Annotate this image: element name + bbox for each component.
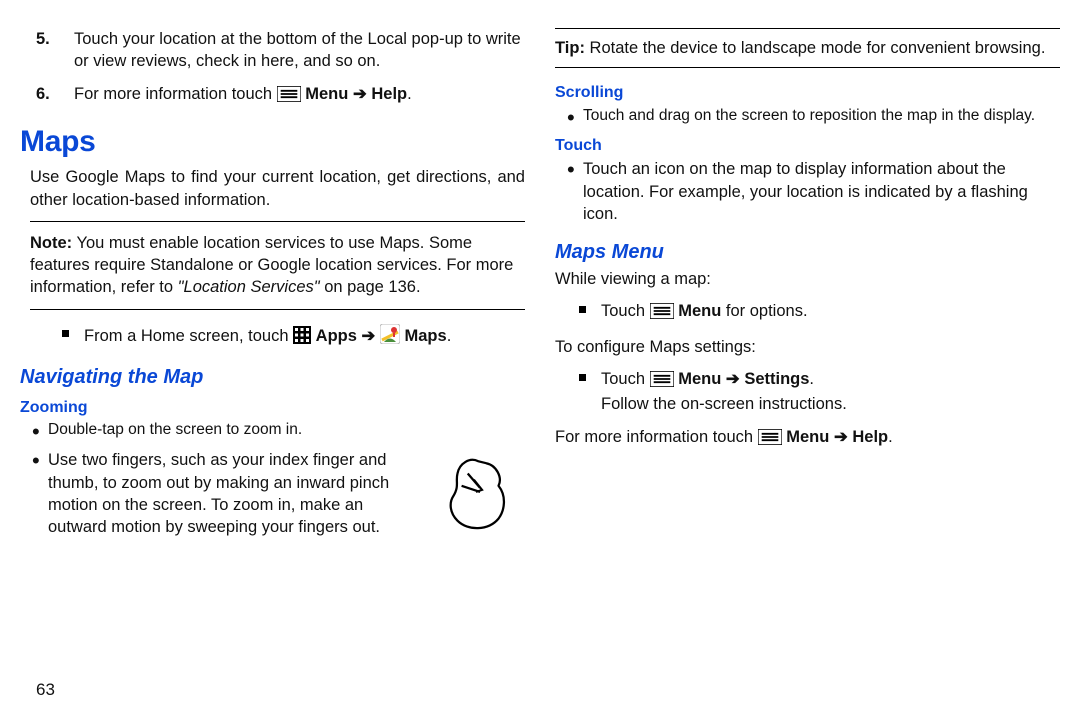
mm-sq2-pre: Touch [601,370,650,388]
mm-conf: To configure Maps settings: [555,336,1060,358]
note-label: Note: [30,234,72,252]
home-screen-step: From a Home screen, touch Apps ➔ Maps. [84,324,525,350]
apps-grid-icon [293,326,311,350]
mm-more-period: . [888,428,893,446]
step-6-period: . [407,85,412,103]
mm-while: While viewing a map: [555,268,1060,290]
home-maps: Maps [405,327,447,345]
page-number: 63 [36,679,55,702]
step-5-num: 5. [36,28,50,50]
heading-navigating: Navigating the Map [20,364,525,391]
mm-sq2-follow: Follow the on-screen instructions. [601,393,1060,415]
mm-sq2: Touch Menu ➔ Settings. Follow the on-scr… [601,368,1060,416]
mm-more: For more information touch Menu ➔ Help. [555,426,1060,451]
tip-label: Tip: [555,39,585,57]
zoom-bullet-1: Double-tap on the screen to zoom in. [48,420,525,441]
pinch-gesture-icon [439,455,519,539]
mm-sq1-pre: Touch [601,302,650,320]
home-arrow: ➔ [357,327,380,345]
step-5: 5. Touch your location at the bottom of … [74,28,525,73]
note-block: Note: You must enable location services … [30,221,525,310]
menu-icon [277,86,301,108]
mm-sq1-menu: Menu [678,302,721,320]
heading-scrolling: Scrolling [555,82,1060,104]
heading-zooming: Zooming [20,397,525,419]
step-5-text: Touch your location at the bottom of the… [74,30,521,70]
mm-sq2-set: Settings [744,370,809,388]
heading-touch: Touch [555,135,1060,157]
note-b: on page 136. [320,278,421,296]
home-pre: From a Home screen, touch [84,327,293,345]
step-6-help: Help [371,85,407,103]
mm-more-help: Help [852,428,888,446]
scroll-bullet-1: Touch and drag on the screen to repositi… [583,106,1060,127]
step-6-pre: For more information touch [74,85,277,103]
step-6: 6. For more information touch Menu ➔ Hel… [74,83,525,108]
tip-block: Tip: Rotate the device to landscape mode… [555,28,1060,68]
heading-maps: Maps [20,122,525,163]
step-6-arrow: ➔ [348,85,371,103]
maps-app-icon [380,324,400,350]
step-6-menu: Menu [305,85,348,103]
mm-sq2-menu: Menu [678,370,721,388]
home-period: . [447,327,452,345]
mm-sq2-period: . [809,370,814,388]
mm-sq1-post: for options. [721,302,807,320]
mm-sq2-arrow: ➔ [721,370,744,388]
menu-icon [650,371,674,393]
mm-more-menu: Menu [786,428,829,446]
menu-icon [758,429,782,451]
maps-intro: Use Google Maps to find your current loc… [30,166,525,211]
heading-maps-menu: Maps Menu [555,239,1060,266]
note-ref: "Location Services" [178,278,320,296]
tip-text: Rotate the device to landscape mode for … [585,39,1045,57]
mm-more-arrow: ➔ [829,428,852,446]
step-6-num: 6. [36,83,50,105]
mm-more-pre: For more information touch [555,428,758,446]
menu-icon [650,303,674,325]
mm-sq1: Touch Menu for options. [601,300,1060,325]
touch-bullet-1: Touch an icon on the map to display info… [583,158,1060,225]
zoom-bullet-2: Use two fingers, such as your index fing… [48,449,425,538]
home-apps: Apps [316,327,357,345]
